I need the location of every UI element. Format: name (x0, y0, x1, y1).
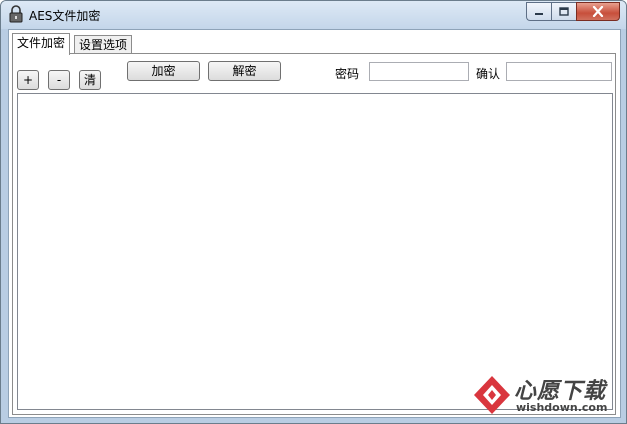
file-list[interactable] (17, 93, 613, 410)
close-icon (592, 6, 604, 17)
password-input[interactable] (369, 62, 469, 81)
client-area: 文件加密 设置选项 + - 清 加密 解密 密码 确认 (8, 29, 621, 418)
tab-file-encrypt[interactable]: 文件加密 (12, 33, 71, 55)
decrypt-button[interactable]: 解密 (208, 61, 281, 81)
confirm-label: 确认 (476, 67, 501, 81)
title-bar[interactable]: AES文件加密 (1, 1, 626, 29)
watermark-en-text: wishdown.com (516, 401, 608, 414)
add-file-button[interactable]: + (17, 70, 39, 90)
maximize-button[interactable] (551, 2, 576, 21)
maximize-icon (559, 6, 569, 16)
remove-file-button[interactable]: - (48, 70, 70, 90)
lock-icon (9, 5, 23, 23)
watermark: 心愿下载 wishdown.com (470, 373, 622, 417)
tab-panel-file-encrypt: + - 清 加密 解密 密码 确认 (12, 53, 616, 415)
wishdown-logo-icon (474, 376, 510, 414)
close-button[interactable] (576, 2, 620, 21)
app-window: AES文件加密 文件加密 设置选项 + - 清 加密 解密 密码 确认 心愿下载… (0, 0, 627, 424)
caption-buttons (526, 2, 620, 21)
window-title: AES文件加密 (29, 9, 101, 23)
encrypt-button[interactable]: 加密 (127, 61, 200, 81)
minimize-button[interactable] (526, 2, 551, 21)
minimize-icon (535, 12, 543, 15)
clear-list-button[interactable]: 清 (79, 70, 101, 90)
tab-settings[interactable]: 设置选项 (74, 35, 133, 54)
password-label: 密码 (335, 67, 360, 81)
confirm-input[interactable] (506, 62, 612, 81)
